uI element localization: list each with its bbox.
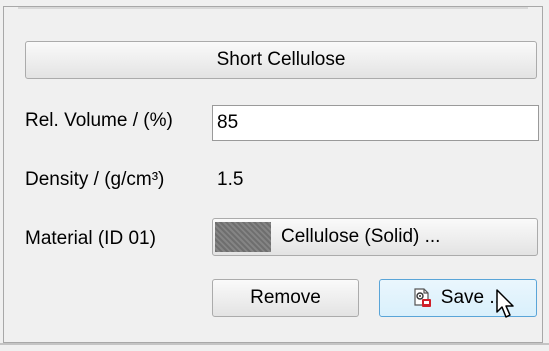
save-settings-icon [414, 288, 431, 307]
remove-button-label: Remove [250, 287, 321, 308]
mouse-pointer-icon [496, 289, 514, 318]
material-select-button[interactable]: Cellulose (Solid) ... [212, 218, 538, 256]
rel-volume-label: Rel. Volume / (%) [25, 110, 173, 131]
rel-volume-input[interactable]: 85 [212, 105, 539, 141]
material-color-swatch [215, 222, 271, 252]
remove-button[interactable]: Remove [212, 279, 359, 317]
top-divider [18, 7, 528, 9]
material-label: Material (ID 01) [25, 228, 156, 249]
density-label: Density / (g/cm³) [25, 169, 165, 190]
component-name-button[interactable]: Short Cellulose [25, 41, 537, 79]
material-button-label: Cellulose (Solid) ... [281, 226, 441, 247]
density-value: 1.5 [217, 169, 244, 190]
rel-volume-value: 85 [217, 112, 239, 133]
component-name-label: Short Cellulose [216, 49, 346, 70]
window-bottom-border [0, 343, 549, 345]
